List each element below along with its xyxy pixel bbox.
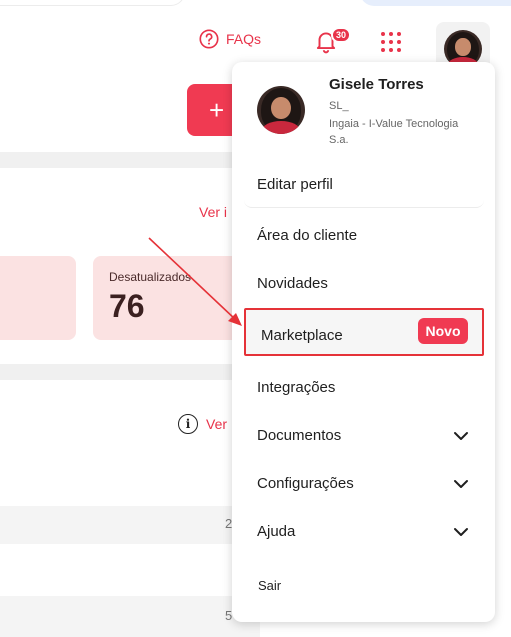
menu-item-news[interactable]: Novidades (257, 275, 328, 292)
stat-card (0, 256, 76, 340)
profile-avatar (257, 86, 305, 134)
chevron-down-icon[interactable] (453, 428, 469, 444)
help-circle-icon (199, 29, 219, 49)
menu-item-settings[interactable]: Configurações (257, 475, 354, 492)
info-icon: i (178, 414, 198, 434)
view-link[interactable]: Ver i (199, 204, 227, 220)
section-divider (0, 364, 260, 380)
menu-item-integrations[interactable]: Integrações (257, 379, 335, 396)
logout-link[interactable]: Sair (258, 578, 281, 593)
faq-link[interactable]: FAQs (198, 28, 261, 50)
table-row (0, 506, 260, 544)
menu-item-marketplace[interactable]: Marketplace (261, 327, 343, 344)
stat-card-value: 76 (109, 288, 145, 324)
view-more-label: Ver (206, 416, 228, 432)
user-dropdown-menu: Gisele Torres SL_ Ingaia - I-Value Tecno… (232, 62, 495, 622)
chevron-down-icon[interactable] (453, 524, 469, 540)
menu-item-documents[interactable]: Documentos (257, 427, 341, 444)
profile-company: Ingaia - I-Value Tecnologia S.a. (329, 118, 459, 146)
notification-badge: 30 (331, 27, 352, 43)
top-right-tab (360, 0, 511, 6)
new-badge: Novo (418, 318, 468, 344)
profile-role: SL_ (329, 100, 349, 112)
stat-card-label: Desatualizados (109, 270, 192, 284)
outdated-stat-card[interactable]: Desatualizados 76 (93, 256, 243, 340)
menu-item-client-area[interactable]: Área do cliente (257, 227, 357, 244)
apps-grid-icon[interactable] (381, 32, 401, 52)
view-more-link[interactable]: i Ver (178, 414, 227, 434)
chevron-down-icon[interactable] (453, 476, 469, 492)
profile-name: Gisele Torres (329, 76, 424, 93)
menu-item-help[interactable]: Ajuda (257, 523, 295, 540)
table-row (0, 596, 260, 637)
faq-label: FAQs (226, 31, 262, 47)
top-left-tab (0, 0, 185, 6)
section-divider (0, 152, 260, 168)
menu-item-edit-profile[interactable]: Editar perfil (257, 176, 333, 193)
